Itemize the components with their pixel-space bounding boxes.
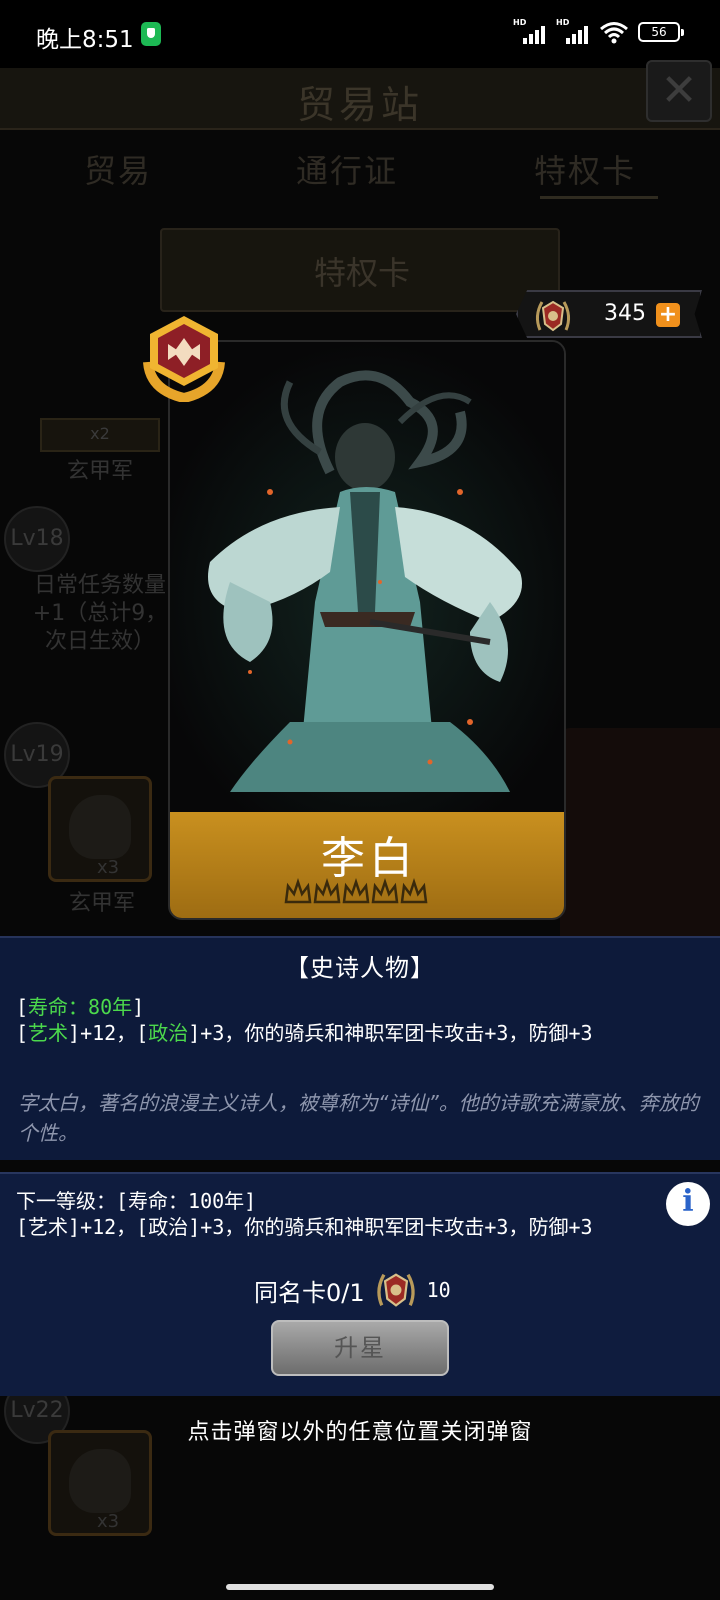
politics-attribute: 政治 xyxy=(148,1021,189,1045)
bg-level-badge-18: Lv18 xyxy=(4,506,70,572)
bg-header: 贸易站 xyxy=(0,68,720,130)
same-card-requirement: 同名卡0/1 10 xyxy=(254,1268,451,1312)
bg-tabs: 贸易 通行证 特权卡 xyxy=(0,146,720,196)
epic-rank-badge-icon xyxy=(143,316,225,402)
crown-icon xyxy=(400,878,428,904)
laurel-emblem-icon xyxy=(535,300,571,332)
bg-banner-title: 特权卡 xyxy=(313,254,410,292)
character-portrait xyxy=(170,342,564,812)
bg-unit-count-2: x3 xyxy=(96,1511,120,1532)
effect-text: ]+3，你的骑兵和神职军团卡攻击+3，防御+3 xyxy=(188,1021,593,1045)
flavor-text: 字太白，著名的浪漫主义诗人，被尊称为“诗仙”。他的诗歌充满豪放、奔放的个性。 xyxy=(18,1091,699,1145)
add-currency-button[interactable]: + xyxy=(656,303,680,327)
info-icon[interactable]: i xyxy=(666,1182,710,1226)
bg-reward-name: 玄甲军 xyxy=(66,459,133,484)
card-name-panel: 李白 xyxy=(170,812,564,918)
crown-icon xyxy=(313,878,341,904)
same-card-cost: 10 xyxy=(426,1278,451,1302)
upgrade-star-button[interactable]: 升星 xyxy=(271,1320,449,1376)
upgrade-panel: 下一等级：[寿命：100年] [艺术]+12，[政治]+3，你的骑兵和神职军团卡… xyxy=(0,1172,720,1396)
bg-close-icon: ✕ xyxy=(646,60,712,122)
crown-icon xyxy=(342,878,370,904)
star-rating xyxy=(284,878,428,908)
crown-icon xyxy=(371,878,399,904)
battery-icon: 56 xyxy=(638,22,684,42)
rarity-title: 【史诗人物】 xyxy=(285,954,435,982)
bg-reward-count: x2 xyxy=(90,424,110,443)
bg-tab-privilege: 特权卡 xyxy=(534,152,637,190)
bg-right-decoration xyxy=(560,728,720,948)
wifi-icon xyxy=(600,22,628,44)
next-level-line: 下一等级：[寿命：100年] xyxy=(16,1189,257,1213)
character-name: 李白 xyxy=(321,833,417,884)
home-indicator[interactable] xyxy=(226,1584,494,1590)
lifespan-value: 寿命：80年 xyxy=(28,995,133,1019)
crown-icon xyxy=(284,878,312,904)
currency-pill[interactable]: 345 + xyxy=(516,290,702,338)
bg-tab-pass: 通行证 xyxy=(296,152,399,190)
bg-tab-underline xyxy=(540,196,658,199)
next-level-effect: [艺术]+12，[政治]+3，你的骑兵和神职军团卡攻击+3，防御+3 xyxy=(16,1215,593,1239)
bg-banner: 特权卡 xyxy=(160,228,560,312)
lifespan-line: [寿命：80年] xyxy=(16,995,145,1019)
security-shield-icon xyxy=(141,22,161,46)
effect-line: [艺术]+12，[政治]+3，你的骑兵和神职军团卡攻击+3，防御+3 xyxy=(16,1021,593,1045)
currency-value: 345 xyxy=(604,301,646,326)
same-card-label: 同名卡0/1 xyxy=(254,1278,365,1307)
bg-title: 贸易站 xyxy=(296,83,423,127)
laurel-emblem-icon xyxy=(376,1273,415,1307)
status-time: 晚上8:51 xyxy=(36,27,134,53)
close-popup-hint[interactable]: 点击弹窗以外的任意位置关闭弹窗 xyxy=(0,1414,720,1446)
character-card: 李白 xyxy=(168,340,566,920)
character-info-popup: 【史诗人物】 [寿命：80年] [艺术]+12，[政治]+3，你的骑兵和神职军团… xyxy=(0,936,720,1160)
bg-reward-text: 日常任务数量+1（总计9，次日生效） xyxy=(32,573,168,654)
bg-unit-count: x3 xyxy=(96,857,120,878)
bg-tab-trade: 贸易 xyxy=(84,152,153,190)
status-bar: 晚上8:51 HD HD 56 xyxy=(0,0,720,68)
signal-hd-2-icon: HD xyxy=(556,18,590,46)
bg-unit-name: 玄甲军 xyxy=(68,891,135,916)
signal-hd-1-icon: HD xyxy=(513,18,547,46)
art-attribute: 艺术 xyxy=(28,1021,69,1045)
